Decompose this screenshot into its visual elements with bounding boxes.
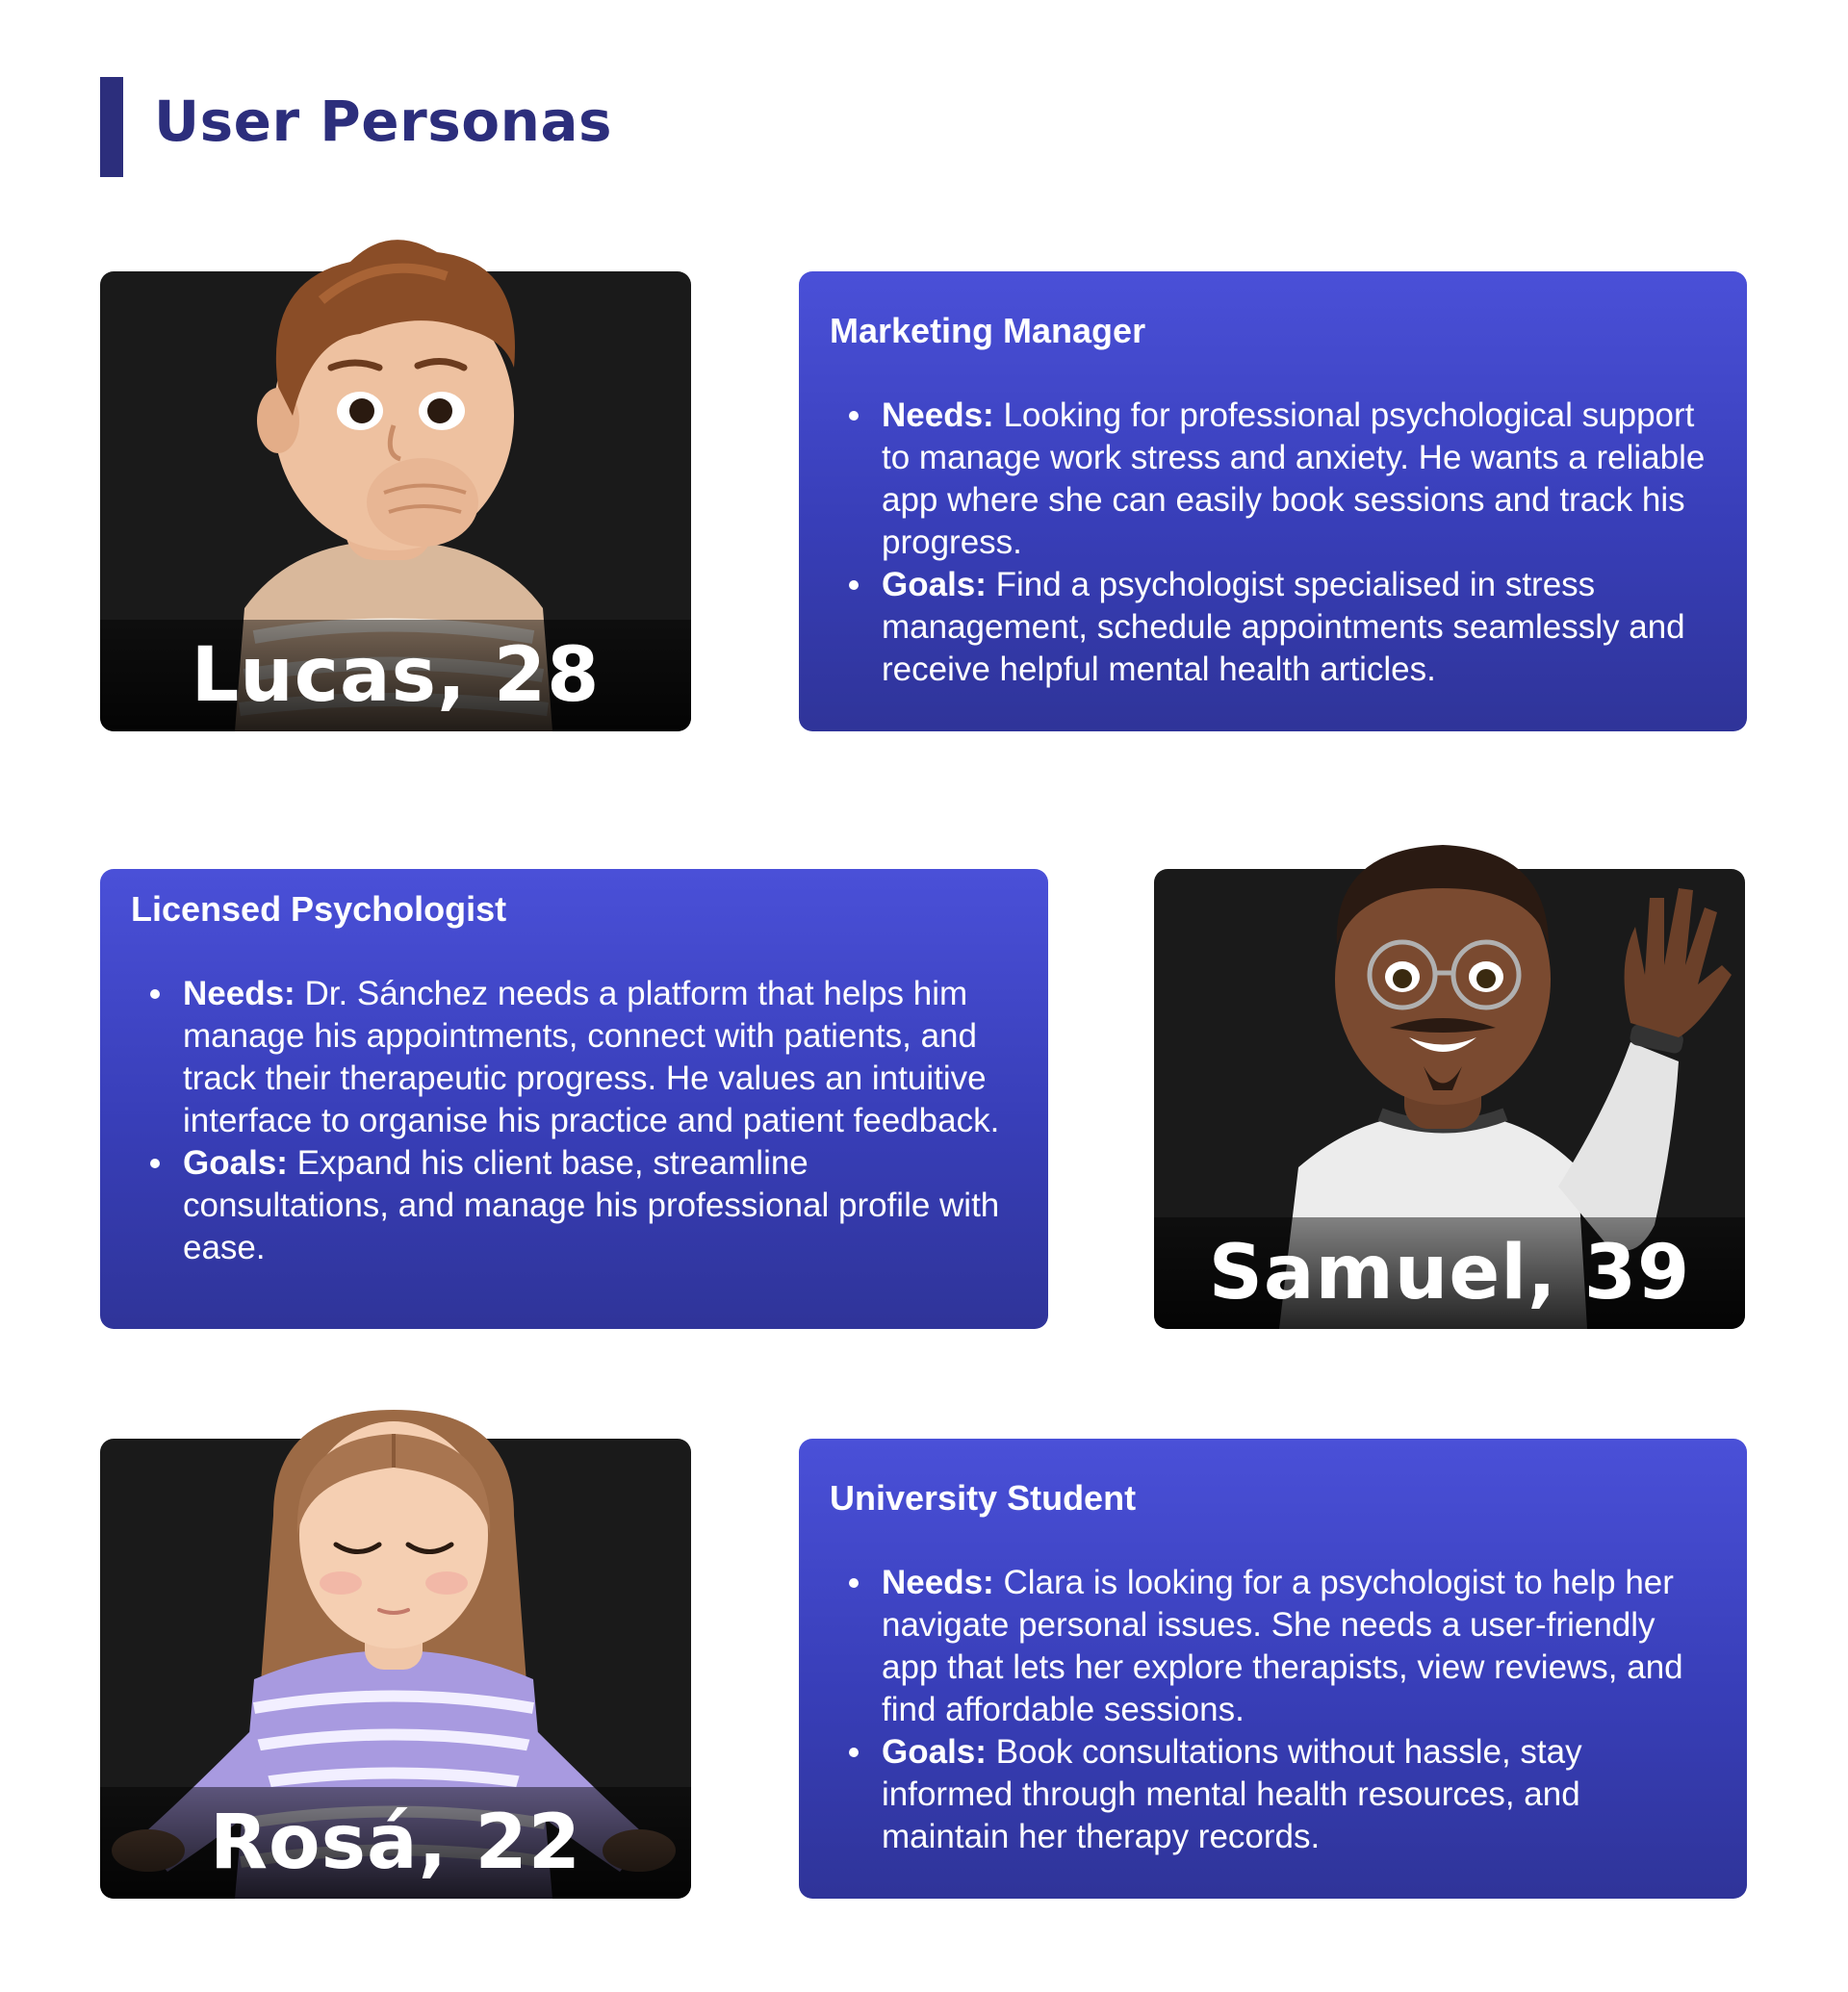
goals-label: Goals: xyxy=(183,1144,288,1182)
needs-label: Needs: xyxy=(882,1564,994,1601)
persona-needs: Needs: Looking for professional psycholo… xyxy=(830,395,1716,564)
persona-name-strip: Lucas, 28 xyxy=(100,620,691,731)
persona-goals: Goals: Find a psychologist specialised i… xyxy=(830,564,1716,691)
persona-info-card-marketing-manager: Marketing Manager Needs: Looking for pro… xyxy=(799,271,1747,731)
persona-name: Lucas, 28 xyxy=(191,632,601,719)
persona-role: University Student xyxy=(830,1478,1137,1518)
persona-photo-samuel: Samuel, 39 xyxy=(1154,845,1745,1329)
persona-name-strip: Rosá, 22 xyxy=(100,1787,691,1899)
needs-label: Needs: xyxy=(183,975,295,1012)
goals-text: Expand his client base, streamline consu… xyxy=(183,1144,1000,1266)
persona-role: Licensed Psychologist xyxy=(131,889,507,929)
persona-goals: Goals: Expand his client base, streamlin… xyxy=(131,1142,1017,1269)
persona-name: Samuel, 39 xyxy=(1208,1230,1691,1316)
persona-info-card-university-student: University Student Needs: Clara is looki… xyxy=(799,1439,1747,1899)
needs-text: Looking for professional psychological s… xyxy=(882,396,1706,561)
persona-goals: Goals: Book consultations without hassle… xyxy=(830,1731,1716,1858)
persona-needs: Needs: Dr. Sánchez needs a platform that… xyxy=(131,973,1017,1142)
persona-photo-rosa: Rosá, 22 xyxy=(100,1410,691,1899)
page-title: User Personas xyxy=(154,89,613,154)
persona-name: Rosá, 22 xyxy=(209,1800,582,1886)
title-accent-bar xyxy=(100,77,123,177)
persona-details-list: Needs: Looking for professional psycholo… xyxy=(830,395,1716,691)
goals-text: Book consultations without hassle, stay … xyxy=(882,1733,1582,1855)
needs-text: Dr. Sánchez needs a platform that helps … xyxy=(183,975,1000,1139)
persona-name-strip: Samuel, 39 xyxy=(1154,1217,1745,1329)
persona-info-card-licensed-psychologist: Licensed Psychologist Needs: Dr. Sánchez… xyxy=(100,869,1048,1329)
persona-needs: Needs: Clara is looking for a psychologi… xyxy=(830,1562,1716,1731)
persona-role: Marketing Manager xyxy=(830,311,1146,350)
goals-text: Find a psychologist specialised in stres… xyxy=(882,566,1685,688)
needs-text: Clara is looking for a psychologist to h… xyxy=(882,1564,1683,1728)
goals-label: Goals: xyxy=(882,566,987,603)
needs-label: Needs: xyxy=(882,396,994,434)
persona-details-list: Needs: Dr. Sánchez needs a platform that… xyxy=(131,973,1017,1269)
goals-label: Goals: xyxy=(882,1733,987,1771)
persona-details-list: Needs: Clara is looking for a psychologi… xyxy=(830,1562,1716,1858)
persona-photo-lucas: Lucas, 28 xyxy=(100,240,691,731)
